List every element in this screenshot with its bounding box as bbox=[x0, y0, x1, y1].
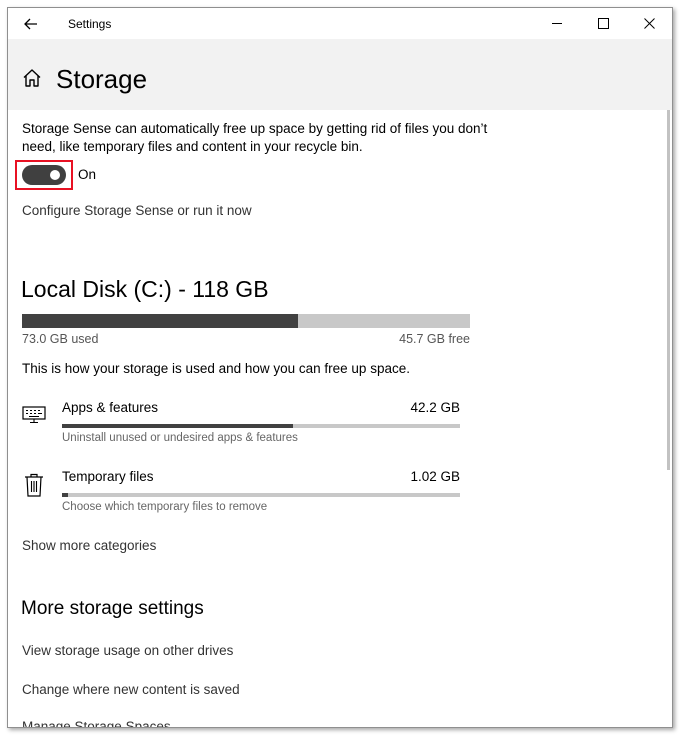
change-new-content-location-link[interactable]: Change where new content is saved bbox=[22, 682, 240, 697]
back-arrow-icon bbox=[24, 18, 37, 30]
storage-sense-description: Storage Sense can automatically free up … bbox=[22, 121, 488, 154]
title-bar: Settings bbox=[8, 8, 672, 39]
storage-info-text: This is how your storage is used and how… bbox=[22, 361, 410, 376]
disk-free-label: 45.7 GB free bbox=[399, 332, 470, 346]
minimize-icon bbox=[551, 22, 562, 24]
keyboard-icon bbox=[22, 406, 46, 424]
maximize-button[interactable] bbox=[580, 8, 626, 38]
maximize-icon bbox=[597, 17, 609, 29]
category-name: Temporary files bbox=[62, 469, 154, 484]
category-usage-bar bbox=[62, 493, 460, 497]
close-button[interactable] bbox=[626, 8, 672, 38]
view-other-drives-link[interactable]: View storage usage on other drives bbox=[22, 643, 233, 658]
category-size: 42.2 GB bbox=[410, 400, 460, 415]
storage-sense-toggle[interactable] bbox=[22, 165, 66, 185]
page-title: Storage bbox=[56, 64, 148, 94]
minimize-button[interactable] bbox=[534, 8, 580, 38]
category-usage-fill bbox=[62, 424, 293, 428]
toggle-knob bbox=[50, 170, 60, 180]
back-button[interactable] bbox=[18, 13, 44, 35]
home-icon[interactable] bbox=[22, 68, 42, 88]
category-usage-bar bbox=[62, 424, 460, 428]
app-title: Settings bbox=[68, 17, 112, 31]
disk-title: Local Disk (C:) - 118 GB bbox=[21, 276, 269, 302]
category-subtitle: Uninstall unused or undesired apps & fea… bbox=[62, 432, 298, 444]
toggle-state-label: On bbox=[78, 167, 97, 182]
trash-icon bbox=[25, 473, 43, 497]
scrollbar-thumb[interactable] bbox=[667, 110, 670, 470]
disk-usage-fill bbox=[22, 314, 298, 328]
category-size: 1.02 GB bbox=[410, 469, 460, 484]
disk-used-label: 73.0 GB used bbox=[22, 332, 99, 346]
category-name: Apps & features bbox=[62, 400, 159, 415]
disk-usage-bar bbox=[22, 314, 470, 328]
category-subtitle: Choose which temporary files to remove bbox=[62, 501, 268, 513]
category-usage-fill bbox=[62, 493, 68, 497]
configure-storage-sense-link[interactable]: Configure Storage Sense or run it now bbox=[22, 203, 252, 218]
close-icon bbox=[643, 17, 655, 29]
manage-storage-spaces-link[interactable]: Manage Storage Spaces bbox=[22, 719, 171, 727]
settings-window: Settings Storage Storage Sense can autom… bbox=[7, 7, 673, 728]
more-storage-settings-title: More storage settings bbox=[21, 598, 204, 619]
show-more-categories-link[interactable]: Show more categories bbox=[22, 538, 156, 553]
